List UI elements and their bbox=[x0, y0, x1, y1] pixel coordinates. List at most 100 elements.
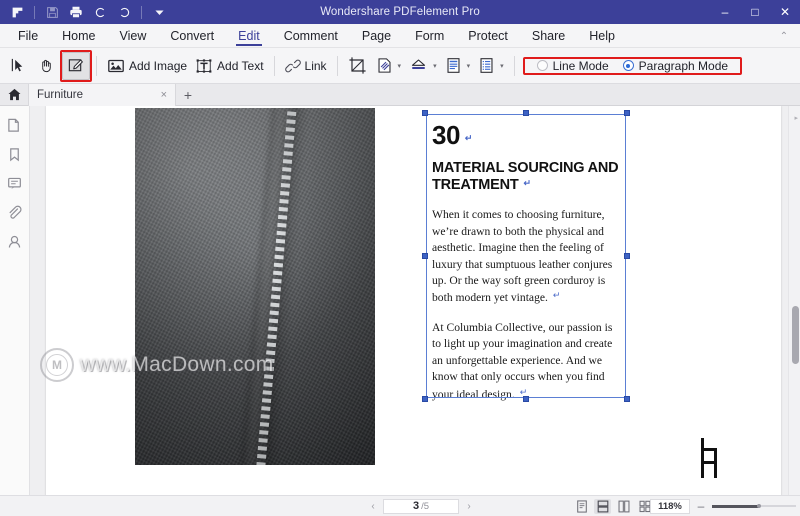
bates-numbering-caret-icon[interactable]: ▾ bbox=[500, 62, 504, 70]
watermark-button[interactable]: ▾ bbox=[372, 52, 406, 80]
comment-icon[interactable] bbox=[6, 174, 24, 192]
menu-item-convert[interactable]: Convert bbox=[158, 24, 226, 48]
app-logo-icon[interactable] bbox=[6, 2, 28, 22]
vertical-scrollbar-thumb[interactable] bbox=[792, 306, 799, 364]
quick-access-divider-2 bbox=[141, 6, 142, 19]
page-navigator: ‹ 3 /5 › bbox=[365, 499, 477, 514]
zoom-out-button[interactable]: – bbox=[696, 499, 706, 513]
selection-handle-ml[interactable] bbox=[422, 253, 428, 259]
edit-toolbar: Add Image Add Text Link bbox=[0, 48, 800, 84]
zoom-slider-fill bbox=[712, 505, 759, 508]
document-tab-furniture[interactable]: Furniture × bbox=[28, 84, 176, 106]
header-footer-button[interactable]: ▾ bbox=[441, 52, 475, 80]
selection-handle-mr[interactable] bbox=[624, 253, 630, 259]
save-icon[interactable] bbox=[41, 2, 63, 22]
undo-icon[interactable] bbox=[89, 2, 111, 22]
collapse-ribbon-icon[interactable]: ⌃ bbox=[776, 28, 792, 44]
zoom-slider-knob[interactable] bbox=[757, 504, 761, 508]
total-pages-value: /5 bbox=[421, 501, 429, 512]
menu-item-edit[interactable]: Edit bbox=[226, 24, 272, 48]
toolbar-divider-3 bbox=[337, 56, 338, 76]
quick-access-toolbar bbox=[0, 2, 170, 22]
paragraph-mode-radio-dot bbox=[623, 60, 634, 71]
photo-vignette bbox=[135, 108, 375, 465]
toolbar-divider-2 bbox=[274, 56, 275, 76]
signature-icon[interactable] bbox=[6, 232, 24, 250]
selection-handle-tr[interactable] bbox=[624, 110, 630, 116]
new-tab-button[interactable]: + bbox=[176, 87, 200, 103]
add-image-button[interactable]: Add Image bbox=[103, 52, 191, 80]
link-label: Link bbox=[305, 59, 327, 73]
selected-text-block[interactable]: 30↵ MATERIAL SOURCING AND TREATMENT↵ Whe… bbox=[426, 114, 626, 398]
menu-item-page[interactable]: Page bbox=[350, 24, 403, 48]
menu-bar: File Home View Convert Edit Comment Page… bbox=[0, 24, 800, 48]
chair-illustration-icon[interactable] bbox=[692, 436, 726, 480]
home-tab-button[interactable] bbox=[0, 84, 28, 106]
add-image-label: Add Image bbox=[129, 59, 187, 73]
watermark-caret-icon[interactable]: ▾ bbox=[398, 62, 402, 70]
page-number-input[interactable]: 3 /5 bbox=[383, 499, 459, 514]
menu-item-protect[interactable]: Protect bbox=[456, 24, 520, 48]
menu-item-comment[interactable]: Comment bbox=[272, 24, 350, 48]
selection-handle-tc[interactable] bbox=[523, 110, 529, 116]
menu-item-share[interactable]: Share bbox=[520, 24, 577, 48]
link-button[interactable]: Link bbox=[281, 52, 331, 80]
attachment-icon[interactable] bbox=[6, 203, 24, 221]
zoom-slider[interactable] bbox=[712, 501, 796, 511]
text-edit-mode-group: Line Mode Paragraph Mode bbox=[529, 59, 736, 73]
zoom-controls: 118% – + bbox=[650, 499, 800, 514]
vertical-scrollbar[interactable]: ▸ bbox=[788, 106, 800, 495]
previous-page-button[interactable]: ‹ bbox=[365, 501, 381, 512]
selection-handle-bc[interactable] bbox=[523, 396, 529, 402]
menu-item-view[interactable]: View bbox=[108, 24, 159, 48]
scroll-collapse-icon[interactable]: ▸ bbox=[794, 114, 798, 122]
bates-numbering-button[interactable]: ▾ bbox=[474, 52, 508, 80]
single-page-view-button[interactable] bbox=[573, 499, 590, 514]
toolbar-divider-1 bbox=[96, 56, 97, 76]
edit-text-image-tool-button[interactable] bbox=[62, 52, 90, 80]
close-button[interactable]: ✕ bbox=[770, 0, 800, 24]
app-window: Wondershare PDFelement Pro – □ ✕ File Ho… bbox=[0, 0, 800, 516]
menu-item-help[interactable]: Help bbox=[577, 24, 627, 48]
window-controls: – □ ✕ bbox=[710, 0, 800, 24]
paragraph-mode-label: Paragraph Mode bbox=[639, 59, 728, 73]
menu-item-file[interactable]: File bbox=[6, 24, 50, 48]
minimize-button[interactable]: – bbox=[710, 0, 740, 24]
left-navigation-rail bbox=[0, 106, 30, 495]
zoom-level-value[interactable]: 118% bbox=[650, 499, 690, 514]
select-tool-button[interactable] bbox=[6, 52, 34, 80]
paragraph-mode-radio[interactable]: Paragraph Mode bbox=[623, 59, 728, 73]
header-footer-caret-icon[interactable]: ▾ bbox=[467, 62, 471, 70]
selection-handle-br[interactable] bbox=[624, 396, 630, 402]
thumbnails-icon[interactable] bbox=[6, 116, 24, 134]
background-caret-icon[interactable]: ▾ bbox=[433, 62, 437, 70]
print-icon[interactable] bbox=[65, 2, 87, 22]
title-bar: Wondershare PDFelement Pro – □ ✕ bbox=[0, 0, 800, 24]
facing-view-button[interactable] bbox=[615, 499, 632, 514]
maximize-button[interactable]: □ bbox=[740, 0, 770, 24]
background-button[interactable]: ▾ bbox=[405, 52, 441, 80]
selection-frame bbox=[426, 114, 626, 398]
crop-button[interactable] bbox=[344, 52, 372, 80]
close-tab-icon[interactable]: × bbox=[161, 89, 167, 101]
continuous-view-button[interactable] bbox=[594, 499, 611, 514]
toolbar-divider-4 bbox=[514, 56, 515, 76]
document-tab-strip: Furniture × + bbox=[0, 84, 800, 106]
line-mode-radio[interactable]: Line Mode bbox=[537, 59, 609, 73]
add-text-button[interactable]: Add Text bbox=[191, 52, 267, 80]
document-viewport[interactable]: 30↵ MATERIAL SOURCING AND TREATMENT↵ Whe… bbox=[30, 106, 800, 495]
next-page-button[interactable]: › bbox=[461, 501, 477, 512]
add-text-label: Add Text bbox=[217, 59, 263, 73]
customize-quick-access-icon[interactable] bbox=[148, 2, 170, 22]
leather-photo-image[interactable] bbox=[135, 108, 375, 465]
selection-handle-bl[interactable] bbox=[422, 396, 428, 402]
menu-item-form[interactable]: Form bbox=[403, 24, 456, 48]
selection-handle-tl[interactable] bbox=[422, 110, 428, 116]
pdf-page[interactable]: 30↵ MATERIAL SOURCING AND TREATMENT↵ Whe… bbox=[46, 106, 781, 495]
menu-item-home[interactable]: Home bbox=[50, 24, 107, 48]
bookmark-icon[interactable] bbox=[6, 145, 24, 163]
line-mode-radio-dot bbox=[537, 60, 548, 71]
view-mode-group bbox=[573, 499, 653, 514]
hand-tool-button[interactable] bbox=[34, 52, 62, 80]
redo-icon[interactable] bbox=[113, 2, 135, 22]
